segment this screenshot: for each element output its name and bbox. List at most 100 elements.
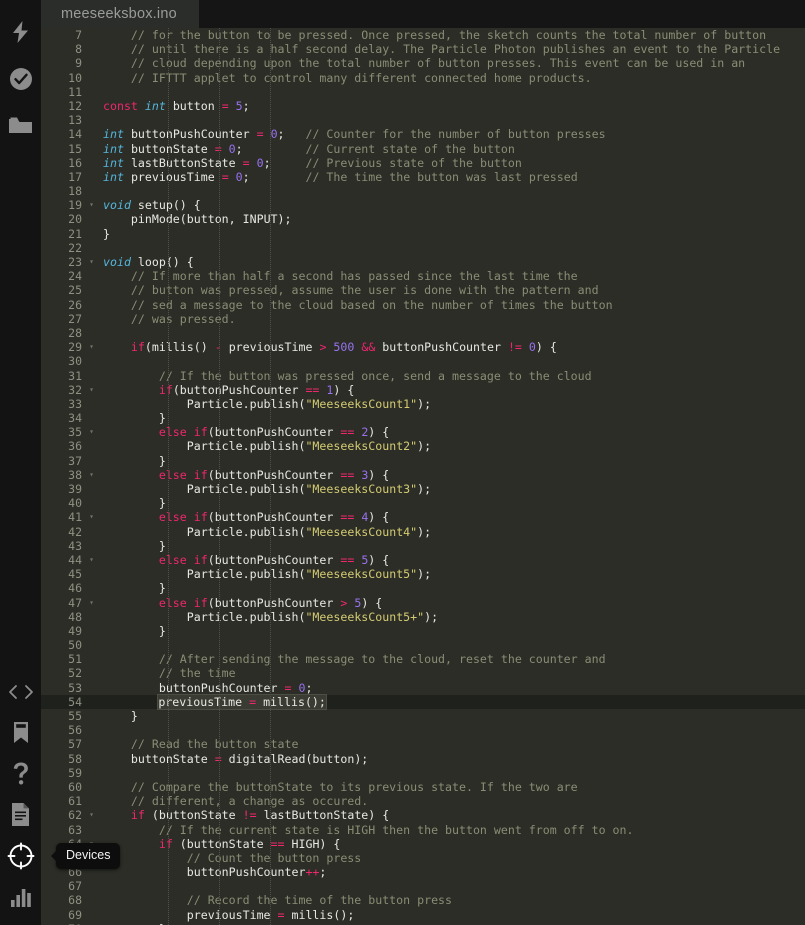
- code-line[interactable]: 50: [41, 638, 805, 652]
- code-text: // button was pressed, assume the user i…: [130, 283, 599, 298]
- code-line-current[interactable]: 54 previousTime = millis();: [41, 693, 805, 710]
- line-number: 53: [68, 680, 82, 695]
- help-question-icon[interactable]: [0, 753, 41, 794]
- flash-icon[interactable]: [0, 11, 41, 52]
- code-line[interactable]: 36 Particle.publish("MeeseeksCount2");: [41, 439, 805, 453]
- bar-chart-icon[interactable]: [0, 876, 41, 917]
- tab-meeseeksbox-ino[interactable]: meeseeksbox.ino: [41, 0, 199, 28]
- code-line[interactable]: 31 // If the button was pressed once, se…: [41, 369, 805, 383]
- code-line[interactable]: 37 }: [41, 454, 805, 468]
- line-number: 54: [68, 694, 82, 709]
- verify-check-icon[interactable]: [0, 58, 41, 99]
- code-line[interactable]: 28: [41, 326, 805, 340]
- code-line[interactable]: 9 // cloud depending upon the total numb…: [41, 56, 805, 70]
- code-line[interactable]: 39 Particle.publish("MeeseeksCount3");: [41, 482, 805, 496]
- code-line[interactable]: 21}: [41, 227, 805, 241]
- code-text: // If more than half a second has passed…: [130, 269, 578, 284]
- fold-arrow-icon[interactable]: ▾: [86, 468, 97, 482]
- code-line[interactable]: 25 // button was pressed, assume the use…: [41, 283, 805, 297]
- line-number: 59: [68, 765, 82, 780]
- code-line[interactable]: 32 ▾ if(buttonPushCounter == 1) {: [41, 383, 805, 397]
- code-line[interactable]: 38 ▾ else if(buttonPushCounter == 3) {: [41, 468, 805, 482]
- code-line[interactable]: 16 int lastButtonState = 0; // Previous s…: [41, 156, 805, 170]
- fold-arrow-icon[interactable]: ▾: [86, 340, 97, 354]
- line-number: 35: [68, 425, 82, 440]
- code-line[interactable]: 64▾ if (buttonState == HIGH) {: [41, 837, 805, 851]
- code-line[interactable]: 48 Particle.publish("MeeseeksCount5+");: [41, 610, 805, 624]
- code-line[interactable]: 15 int buttonState = 0; // Current state …: [41, 142, 805, 156]
- code-line[interactable]: 52 // the time: [41, 666, 805, 680]
- line-number: 20: [68, 212, 82, 227]
- line-number: 33: [68, 396, 82, 411]
- code-editor[interactable]: 7 // for the button to be pressed. Once …: [41, 28, 805, 925]
- code-line[interactable]: 20 pinMode(button, INPUT);: [41, 212, 805, 226]
- code-line[interactable]: 57 // Read the button state: [41, 737, 805, 751]
- code-brackets-icon[interactable]: [0, 671, 41, 712]
- code-line[interactable]: 22: [41, 241, 805, 255]
- code-line[interactable]: 26 // sed a message to the cloud based o…: [41, 298, 805, 312]
- code-line[interactable]: 40 }: [41, 496, 805, 510]
- devices-target-icon[interactable]: [0, 835, 41, 876]
- code-text: buttonPushCounter++;: [186, 865, 327, 880]
- code-line[interactable]: 19 ▾ void setup() {: [41, 198, 805, 212]
- code-line[interactable]: 30: [41, 354, 805, 368]
- code-line[interactable]: 62 ▾ if (buttonState != lastButtonState) …: [41, 808, 805, 822]
- code-line[interactable]: 44 ▾ else if(buttonPushCounter == 5) {: [41, 553, 805, 567]
- code-line[interactable]: 10 // IFTTT applet to control many diffe…: [41, 71, 805, 85]
- code-line[interactable]: 27 // was pressed.: [41, 312, 805, 326]
- code-text: // After sending the message to the clou…: [158, 652, 606, 667]
- fold-arrow-icon[interactable]: ▾: [86, 255, 97, 269]
- code-line[interactable]: 53 buttonPushCounter = 0;: [41, 681, 805, 695]
- fold-arrow-icon[interactable]: ▾: [86, 383, 97, 397]
- line-number: 56: [68, 723, 82, 738]
- fold-arrow-icon[interactable]: ▾: [86, 425, 97, 439]
- code-line[interactable]: 58 buttonState = digitalRead(button);: [41, 752, 805, 766]
- code-line[interactable]: 67: [41, 879, 805, 893]
- code-line[interactable]: 33 Particle.publish("MeeseeksCount1");: [41, 397, 805, 411]
- code-line[interactable]: 13: [41, 113, 805, 127]
- line-number: 21: [68, 226, 82, 241]
- code-line[interactable]: 68 // Record the time of the button pres…: [41, 893, 805, 907]
- code-line[interactable]: 12 const int button = 5;: [41, 99, 805, 113]
- code-line[interactable]: 43 }: [41, 539, 805, 553]
- code-line[interactable]: 51 // After sending the message to the c…: [41, 652, 805, 666]
- code-line[interactable]: 41 ▾ else if(buttonPushCounter == 4) {: [41, 510, 805, 524]
- code-line[interactable]: 7 // for the button to be pressed. Once …: [41, 28, 805, 42]
- code-line[interactable]: 14 int buttonPushCounter = 0; // Counter …: [41, 127, 805, 141]
- code-line[interactable]: 23 ▾ void loop() {: [41, 255, 805, 269]
- code-text: Particle.publish("MeeseeksCount4");: [186, 524, 432, 539]
- line-number: 31: [68, 368, 82, 383]
- code-line[interactable]: 49 }: [41, 624, 805, 638]
- code-line[interactable]: 8 // until there is a half second delay.…: [41, 42, 805, 56]
- line-number: 30: [68, 354, 82, 369]
- folder-icon[interactable]: [0, 105, 41, 146]
- fold-arrow-icon[interactable]: ▾: [86, 596, 97, 610]
- line-number: 42: [68, 524, 82, 539]
- code-line[interactable]: 11: [41, 85, 805, 99]
- code-line[interactable]: 35 ▾ else if(buttonPushCounter == 2) {: [41, 425, 805, 439]
- code-line[interactable]: 42 Particle.publish("MeeseeksCount4");: [41, 525, 805, 539]
- code-line[interactable]: 69 previousTime = millis();: [41, 908, 805, 922]
- fold-arrow-icon[interactable]: ▾: [86, 808, 97, 822]
- code-line[interactable]: 47 ▾ else if(buttonPushCounter > 5) {: [41, 596, 805, 610]
- document-icon[interactable]: [0, 794, 41, 835]
- fold-arrow-icon[interactable]: ▾: [86, 198, 97, 212]
- code-line[interactable]: 46 }: [41, 581, 805, 595]
- code-line[interactable]: 66 buttonPushCounter++;: [41, 865, 805, 879]
- fold-arrow-icon[interactable]: ▾: [86, 510, 97, 524]
- code-line[interactable]: 63 // If the current state is HIGH then …: [41, 823, 805, 837]
- code-line[interactable]: 55 }: [41, 709, 805, 723]
- code-line[interactable]: 34 }: [41, 411, 805, 425]
- code-line[interactable]: 59: [41, 766, 805, 780]
- fold-arrow-icon[interactable]: ▾: [86, 553, 97, 567]
- code-line[interactable]: 45 Particle.publish("MeeseeksCount5");: [41, 567, 805, 581]
- code-line[interactable]: 61 // different, a change as occured.: [41, 794, 805, 808]
- code-line[interactable]: 17 int previousTime = 0; // The time the …: [41, 170, 805, 184]
- code-line[interactable]: 24 // If more than half a second has pas…: [41, 269, 805, 283]
- code-line[interactable]: 29 ▾ if(millis() - previousTime > 500 && …: [41, 340, 805, 354]
- code-line[interactable]: 56: [41, 723, 805, 737]
- code-line[interactable]: 18: [41, 184, 805, 198]
- bookmark-icon[interactable]: [0, 712, 41, 753]
- code-line[interactable]: 60 // Compare the buttonState to its pre…: [41, 780, 805, 794]
- code-line[interactable]: 65 // Count the button press: [41, 851, 805, 865]
